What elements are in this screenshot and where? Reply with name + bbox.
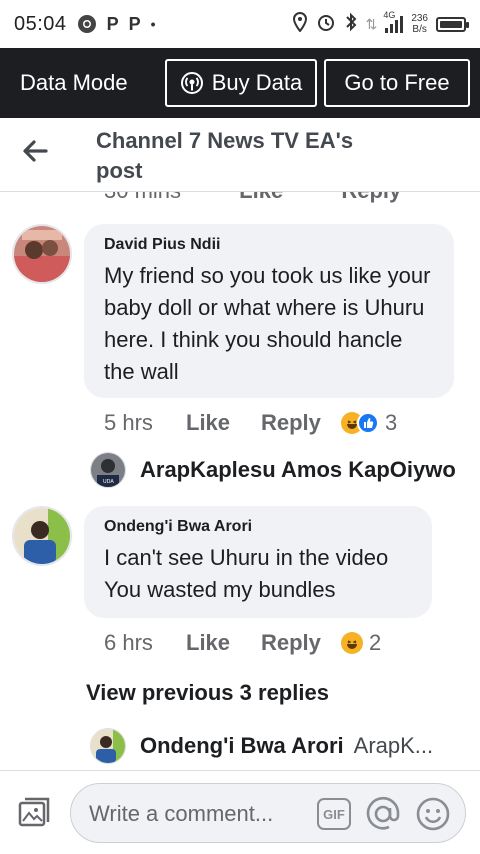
comment-bubble[interactable]: David Pius Ndii My friend so you took us…: [84, 224, 454, 398]
battery-icon: [436, 16, 469, 32]
status-bar: 05:04 P P • ⇅ 4G 236 B/s: [0, 0, 480, 48]
gif-icon[interactable]: GIF: [317, 798, 351, 830]
comment-time: 6 hrs: [104, 630, 153, 655]
reply-snippet: ArapK...: [353, 733, 434, 758]
comments-list: 30 mins Like Reply David Pius Ndii My fr…: [0, 192, 480, 770]
avatar[interactable]: [12, 506, 72, 566]
data-arrows-icon: ⇅: [365, 15, 378, 32]
data-mode-bar: Data Mode Buy Data Go to Free: [0, 48, 480, 118]
pinterest-icon: P: [106, 13, 119, 34]
comment-placeholder: Write a comment...: [89, 801, 274, 826]
like-button[interactable]: Like: [186, 410, 261, 436]
comment-author[interactable]: Ondeng'i Bwa Arori: [104, 518, 412, 536]
status-time: 05:04: [14, 12, 67, 35]
back-arrow-icon[interactable]: [20, 136, 50, 166]
photo-icon[interactable]: [16, 795, 52, 831]
reactions[interactable]: [341, 412, 379, 434]
avatar[interactable]: UDA: [90, 452, 126, 488]
reply-author[interactable]: Ondeng'i Bwa Arori: [140, 733, 344, 759]
reaction-count[interactable]: 3: [385, 410, 397, 436]
net-speed: 236 B/s: [411, 13, 428, 35]
reactions[interactable]: [341, 632, 363, 654]
net-speed-unit: B/s: [412, 24, 427, 35]
notification-dot: •: [150, 16, 156, 32]
network-type: 4G: [383, 9, 396, 20]
page-title: Channel 7 News TV EA's post: [96, 128, 354, 183]
reply-button[interactable]: Reply: [261, 410, 341, 436]
mention-icon[interactable]: [365, 796, 401, 832]
reaction-count[interactable]: 2: [369, 630, 381, 656]
reply-author[interactable]: ArapKaplesu Amos KapOiywo: [140, 457, 456, 483]
buy-data-label: Buy Data: [211, 70, 303, 95]
comment-time: 5 hrs: [104, 410, 153, 435]
reply-button[interactable]: Reply: [261, 630, 341, 656]
location-icon: [292, 11, 308, 37]
partial-reply[interactable]: Reply: [341, 192, 401, 203]
post-header: Channel 7 News TV EA's post: [0, 118, 480, 192]
comment-actions: 5 hrs Like Reply 3: [104, 410, 397, 436]
buy-data-button[interactable]: Buy Data: [165, 59, 317, 107]
avatar[interactable]: [90, 728, 126, 764]
go-to-free-label: Go to Free: [344, 70, 450, 95]
broadcast-icon: [180, 72, 203, 94]
data-mode-label: Data Mode: [20, 70, 128, 95]
avatar[interactable]: [12, 224, 72, 284]
view-previous-replies-link[interactable]: View previous 3 replies: [86, 680, 329, 706]
emoji-icon[interactable]: [415, 796, 451, 832]
alarm-icon: [316, 12, 336, 37]
comment-text: I can't see Uhuru in the video You waste…: [104, 545, 389, 602]
like-button[interactable]: Like: [186, 630, 261, 656]
reply-preview[interactable]: Ondeng'i Bwa Arori ArapK...: [90, 728, 433, 764]
haha-icon: [341, 632, 363, 654]
svg-text:UDA: UDA: [103, 479, 114, 485]
comment-input[interactable]: Write a comment... GIF: [70, 783, 466, 843]
go-to-free-button[interactable]: Go to Free: [324, 59, 470, 107]
comment-author[interactable]: David Pius Ndii: [104, 236, 434, 254]
comment-composer: Write a comment... GIF: [0, 770, 480, 854]
reply-preview[interactable]: UDA ArapKaplesu Amos KapOiywo: [90, 452, 456, 488]
comment-text: My friend so you took us like your baby …: [104, 263, 431, 384]
like-icon: [357, 412, 379, 434]
chrome-icon: [77, 14, 97, 34]
signal-icon: 4G: [383, 10, 404, 33]
net-speed-value: 236: [411, 13, 428, 24]
comment-bubble[interactable]: Ondeng'i Bwa Arori I can't see Uhuru in …: [84, 506, 432, 618]
partial-like[interactable]: Like: [239, 192, 283, 203]
partial-action-row: 30 mins Like Reply: [104, 192, 453, 204]
bluetooth-icon: [344, 12, 358, 37]
partial-time: 30 mins: [104, 192, 181, 203]
pinterest-icon-2: P: [128, 13, 141, 34]
comment-actions: 6 hrs Like Reply 2: [104, 630, 381, 656]
